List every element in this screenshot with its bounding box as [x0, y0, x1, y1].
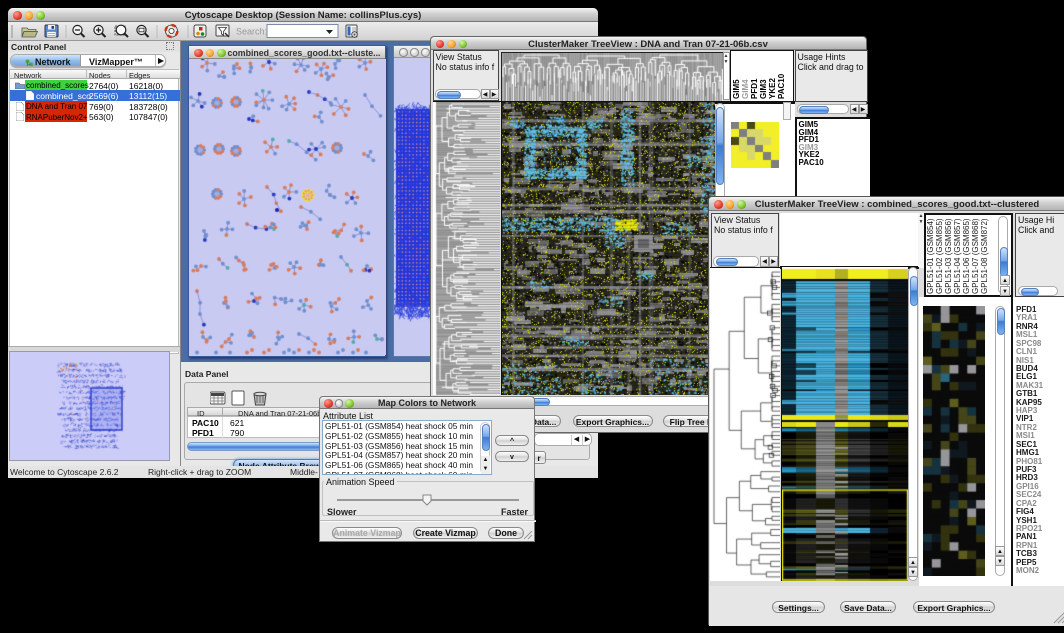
svg-text:Search:: Search:: [236, 27, 267, 37]
